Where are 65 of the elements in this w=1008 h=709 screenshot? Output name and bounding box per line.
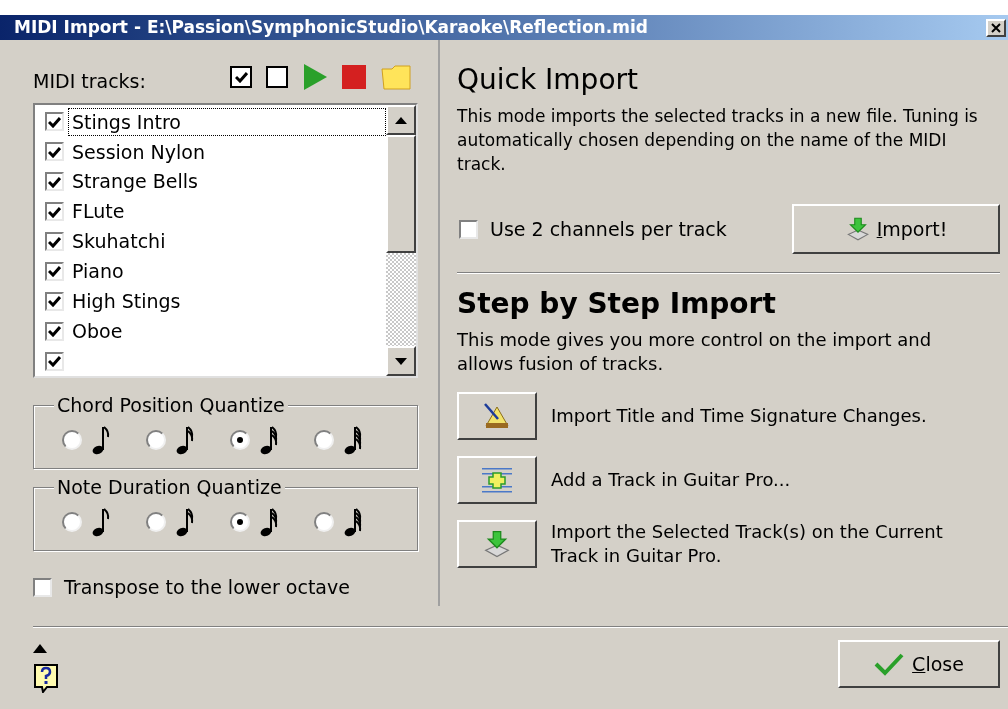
section-heading: Quick Import xyxy=(457,62,639,98)
note-icon xyxy=(176,507,196,537)
track-checkbox[interactable] xyxy=(45,321,64,341)
note-icon xyxy=(344,425,364,455)
track-checkbox[interactable] xyxy=(45,351,64,371)
scroll-up-icon[interactable] xyxy=(386,105,416,135)
uncheck-all-icon[interactable] xyxy=(266,66,288,88)
section-description: This mode imports the selected tracks in a new file. Tuning is automatically chosen depending on the name of the MIDI track. xyxy=(457,105,979,176)
track-name[interactable]: FLute xyxy=(68,197,386,226)
collapse-arrow-icon[interactable] xyxy=(33,644,47,653)
radio-button[interactable] xyxy=(314,512,334,532)
track-checkbox[interactable] xyxy=(45,232,64,251)
track-name[interactable]: Skuhatchi xyxy=(68,227,386,256)
track-name[interactable]: Session Nylon xyxy=(68,137,386,166)
radio-button[interactable] xyxy=(230,512,250,532)
track-name[interactable]: Stings Intro xyxy=(68,107,386,136)
scroll-thumb[interactable] xyxy=(386,135,416,253)
action-button[interactable] xyxy=(457,456,537,504)
close-button[interactable]: Close xyxy=(838,640,1000,688)
section-heading: Step by Step Import xyxy=(457,286,777,322)
channels-label: Use 2 channels per track xyxy=(490,216,727,242)
radio-button[interactable] xyxy=(62,512,82,532)
download-icon xyxy=(482,529,512,559)
note-icon xyxy=(344,507,364,537)
note-icon xyxy=(260,425,280,455)
window-title: MIDI Import - E:\Passion\SymphonicStudio\Karaoke\Reflection.mid xyxy=(14,15,648,39)
radio-button[interactable] xyxy=(146,512,166,532)
action-button[interactable] xyxy=(457,520,537,568)
track-name[interactable]: Piano xyxy=(68,257,386,286)
scroll-down-icon[interactable] xyxy=(386,346,416,376)
note-icon xyxy=(176,425,196,455)
close-icon[interactable] xyxy=(986,18,1006,37)
track-checkbox[interactable] xyxy=(45,291,64,311)
section-description: This mode gives you more control on the import and allows fusion of tracks. xyxy=(457,328,933,376)
track-checkbox[interactable] xyxy=(45,172,64,192)
action-button[interactable] xyxy=(457,392,537,440)
track-checkbox[interactable] xyxy=(45,112,64,132)
channels-checkbox[interactable] xyxy=(459,219,478,239)
radio-button[interactable] xyxy=(62,430,82,450)
tracks-label: MIDI tracks: xyxy=(33,68,146,94)
import-button[interactable]: Import! xyxy=(792,204,1000,254)
track-name[interactable]: High Stings xyxy=(68,287,386,316)
track-name[interactable]: Strange Bells xyxy=(68,167,386,196)
download-icon xyxy=(844,216,871,242)
add-track-icon xyxy=(481,465,513,495)
metronome-icon xyxy=(482,401,512,431)
action-label: Add a Track in Guitar Pro... xyxy=(551,468,792,492)
scrollbar[interactable] xyxy=(386,105,416,376)
track-checkbox[interactable] xyxy=(45,142,64,162)
check-all-icon[interactable] xyxy=(230,66,252,88)
radio-button[interactable] xyxy=(230,430,250,450)
note-icon xyxy=(92,425,112,455)
note-icon xyxy=(92,507,112,537)
track-checkbox[interactable] xyxy=(45,202,64,222)
help-icon[interactable] xyxy=(33,663,59,693)
radio-button[interactable] xyxy=(146,430,166,450)
note-icon xyxy=(260,507,280,537)
track-checkbox[interactable] xyxy=(45,261,64,281)
checkmark-icon xyxy=(874,652,905,676)
action-label: Import the Selected Track(s) on the Current Track in Guitar Pro. xyxy=(551,520,944,568)
action-label: Import Title and Time Signature Changes. xyxy=(551,404,928,428)
radio-button[interactable] xyxy=(314,430,334,450)
track-name[interactable]: Oboe xyxy=(68,317,386,346)
transpose-label: Transpose to the lower octave xyxy=(64,575,350,600)
transpose-checkbox[interactable] xyxy=(33,577,52,597)
